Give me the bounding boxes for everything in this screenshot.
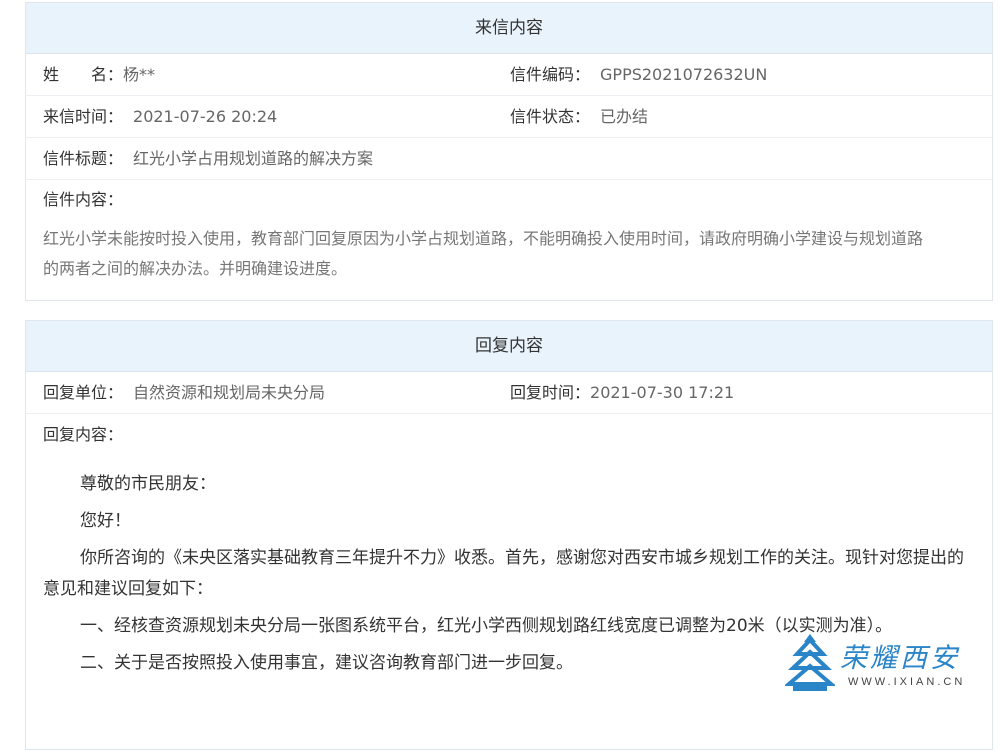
- watermark-site-name: 荣耀西安: [840, 643, 960, 674]
- letter-content-body: 红光小学未能按时投入使用，教育部门回复原因为小学占规划道路，不能明确投入使用时间…: [26, 220, 992, 284]
- site-watermark: 荣耀西安 WWW.IXIAN.CN: [785, 632, 985, 702]
- status-value: 已办结: [600, 107, 649, 126]
- reply-row-unit-time: 回复单位： 自然资源和规划局未央分局 回复时间：2021-07-30 17:21: [26, 372, 992, 414]
- letter-content-label: 信件内容：: [43, 190, 124, 209]
- letter-time-value: 2021-07-26 20:24: [133, 107, 278, 126]
- watermark-site-url: WWW.IXIAN.CN: [848, 676, 966, 688]
- letter-content-line-2: 的两者之间的解决办法。并明确建设进度。: [43, 259, 348, 278]
- code-label: 信件编码：: [510, 65, 591, 84]
- letter-panel: 来信内容 姓 名：杨** 信件编码： GPPS2021072632UN 来信时间：…: [25, 2, 993, 301]
- reply-greeting: 尊敬的市民朋友：: [80, 474, 216, 494]
- code-value: GPPS2021072632UN: [600, 65, 768, 84]
- reply-time-value: 2021-07-30 17:21: [590, 383, 735, 402]
- status-label: 信件状态：: [510, 107, 591, 126]
- reply-paragraph-1: 你所咨询的《未央区落实基础教育三年提升不力》收悉。首先，感谢您对西安市城乡规划工…: [43, 548, 964, 599]
- bell-tower-logo-icon: [785, 634, 835, 691]
- letter-content-line-1: 红光小学未能按时投入使用，教育部门回复原因为小学占规划道路，不能明确投入使用时间…: [43, 229, 924, 248]
- reply-unit-label: 回复单位：: [43, 383, 124, 402]
- letter-row-name-code: 姓 名：杨** 信件编码： GPPS2021072632UN: [26, 54, 992, 96]
- reply-unit-value: 自然资源和规划局未央分局: [133, 383, 326, 402]
- letter-content-section: 信件内容： 红光小学未能按时投入使用，教育部门回复原因为小学占规划道路，不能明确…: [26, 180, 992, 300]
- letter-time-label: 来信时间：: [43, 107, 124, 126]
- letter-row-subject: 信件标题： 红光小学占用规划道路的解决方案: [26, 138, 992, 180]
- reply-hello: 您好！: [80, 511, 131, 531]
- reply-panel-header: 回复内容: [26, 321, 992, 372]
- letter-panel-header: 来信内容: [26, 3, 992, 54]
- name-label: 姓 名：: [43, 65, 124, 84]
- reply-content-label: 回复内容：: [43, 425, 124, 444]
- reply-time-label: 回复时间：: [510, 383, 591, 402]
- letter-row-time-status: 来信时间： 2021-07-26 20:24 信件状态： 已办结: [26, 96, 992, 138]
- subject-label: 信件标题：: [43, 149, 124, 168]
- name-value: 杨**: [123, 65, 156, 84]
- subject-value: 红光小学占用规划道路的解决方案: [133, 149, 374, 168]
